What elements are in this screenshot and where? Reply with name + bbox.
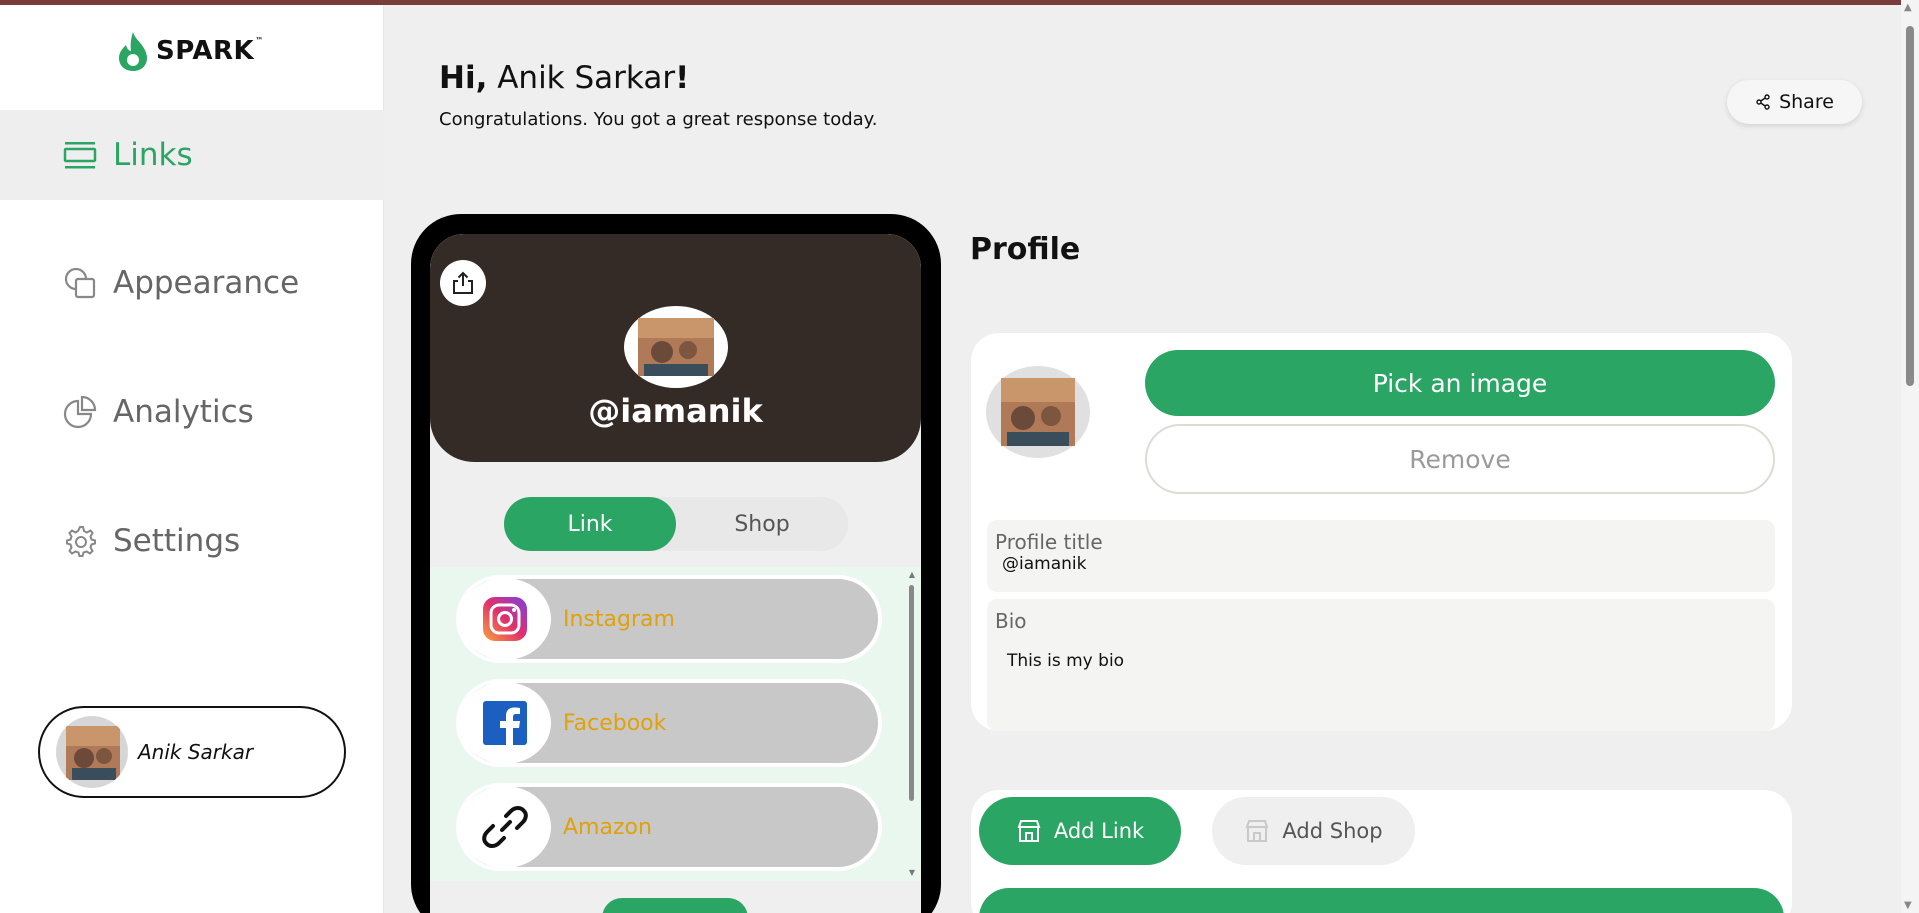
link-icon-wrap <box>459 786 551 868</box>
sidebar-item-appearance[interactable]: Appearance <box>0 238 384 328</box>
store-icon <box>1017 820 1041 842</box>
instagram-icon <box>483 597 527 641</box>
profile-title-label: Profile title <box>995 530 1103 554</box>
profile-section-title: Profile <box>970 232 1081 267</box>
bio-label: Bio <box>995 609 1027 633</box>
add-shop-button[interactable]: Add Shop <box>1212 797 1415 865</box>
store-icon <box>1246 820 1269 842</box>
tab-shop[interactable]: Shop <box>676 497 848 551</box>
link-label: Instagram <box>563 606 675 632</box>
pie-chart-icon <box>63 395 97 429</box>
sidebar-item-label: Analytics <box>113 394 254 430</box>
share-icon <box>1756 94 1770 110</box>
shapes-icon <box>64 267 96 299</box>
avatar-photo-icon <box>1001 378 1075 446</box>
bio-textarea[interactable]: This is my bio <box>1007 651 1124 671</box>
user-name: Anik Sarkar <box>138 740 254 764</box>
profile-title-field[interactable]: Profile title @iamanik <box>987 520 1775 592</box>
phone-share-button[interactable] <box>440 260 486 306</box>
page-scroll-down-icon[interactable]: ▼ <box>1904 900 1912 911</box>
sidebar-item-settings[interactable]: Settings <box>0 496 384 586</box>
scroll-up-arrow-icon[interactable]: ▲ <box>908 571 916 579</box>
chain-link-icon <box>482 806 528 848</box>
page-scrollbar[interactable]: ▲ ▼ <box>1901 0 1919 913</box>
facebook-icon <box>483 701 527 745</box>
remove-image-button[interactable]: Remove <box>1145 424 1775 494</box>
link-label: Amazon <box>563 814 652 840</box>
link-item-instagram[interactable]: Instagram <box>456 575 882 663</box>
link-shop-toggle: Link Shop <box>504 497 848 551</box>
avatar-photo-icon <box>66 726 120 780</box>
link-item-amazon[interactable]: Amazon <box>456 783 882 871</box>
sidebar-item-label: Settings <box>113 523 241 559</box>
page-scrollbar-thumb[interactable] <box>1906 26 1914 386</box>
gear-icon <box>66 526 96 557</box>
phone-links-scrollbar[interactable]: ▲ ▼ <box>908 571 916 877</box>
spark-logo[interactable]: SPARK™ <box>116 30 264 72</box>
add-link-button[interactable]: Add Link <box>979 797 1181 865</box>
pick-image-button[interactable]: Pick an image <box>1145 350 1775 416</box>
phone-preview-screen: @iamanik Link Shop Instagram Facebook Am… <box>430 234 921 913</box>
sidebar: SPARK™ Links Appearance Analytics Settin… <box>0 5 384 913</box>
profile-card: Pick an image Remove Profile title @iama… <box>971 333 1792 731</box>
page-scroll-up-icon[interactable]: ▲ <box>1904 2 1912 13</box>
link-icon-wrap <box>459 682 551 764</box>
avatar-photo-icon <box>638 318 714 376</box>
sidebar-item-analytics[interactable]: Analytics <box>0 367 384 457</box>
phone-bottom-button[interactable] <box>602 898 748 913</box>
bio-field[interactable]: Bio This is my bio <box>987 599 1775 731</box>
links-icon <box>63 142 97 169</box>
greeting: Hi, Anik Sarkar! <box>439 60 690 96</box>
tab-link[interactable]: Link <box>504 497 676 551</box>
brand-name: SPARK™ <box>156 36 264 66</box>
upload-share-icon <box>453 271 473 294</box>
flame-logo-icon <box>119 32 147 71</box>
scrollbar-thumb[interactable] <box>909 585 914 801</box>
sidebar-item-label: Appearance <box>113 265 300 301</box>
add-button-bar[interactable] <box>979 888 1784 913</box>
link-label: Facebook <box>563 710 667 736</box>
avatar <box>56 716 128 788</box>
link-item-facebook[interactable]: Facebook <box>456 679 882 767</box>
sidebar-item-links[interactable]: Links <box>0 110 384 200</box>
link-icon-wrap <box>459 578 551 660</box>
scroll-down-arrow-icon[interactable]: ▼ <box>908 869 916 877</box>
sidebar-item-label: Links <box>113 137 193 173</box>
profile-avatar <box>986 366 1090 458</box>
user-profile-pill[interactable]: Anik Sarkar <box>38 706 346 798</box>
phone-profile-header: @iamanik <box>430 234 921 462</box>
share-button[interactable]: Share <box>1727 80 1862 124</box>
greeting-subtitle: Congratulations. You got a great respons… <box>439 109 878 130</box>
phone-handle: @iamanik <box>588 392 763 430</box>
links-manager-card: Add Link Add Shop <box>971 790 1792 913</box>
profile-title-input[interactable]: @iamanik <box>1002 554 1086 574</box>
phone-links-list: Instagram Facebook Amazon ▲ ▼ <box>430 567 921 881</box>
phone-avatar <box>624 306 728 388</box>
